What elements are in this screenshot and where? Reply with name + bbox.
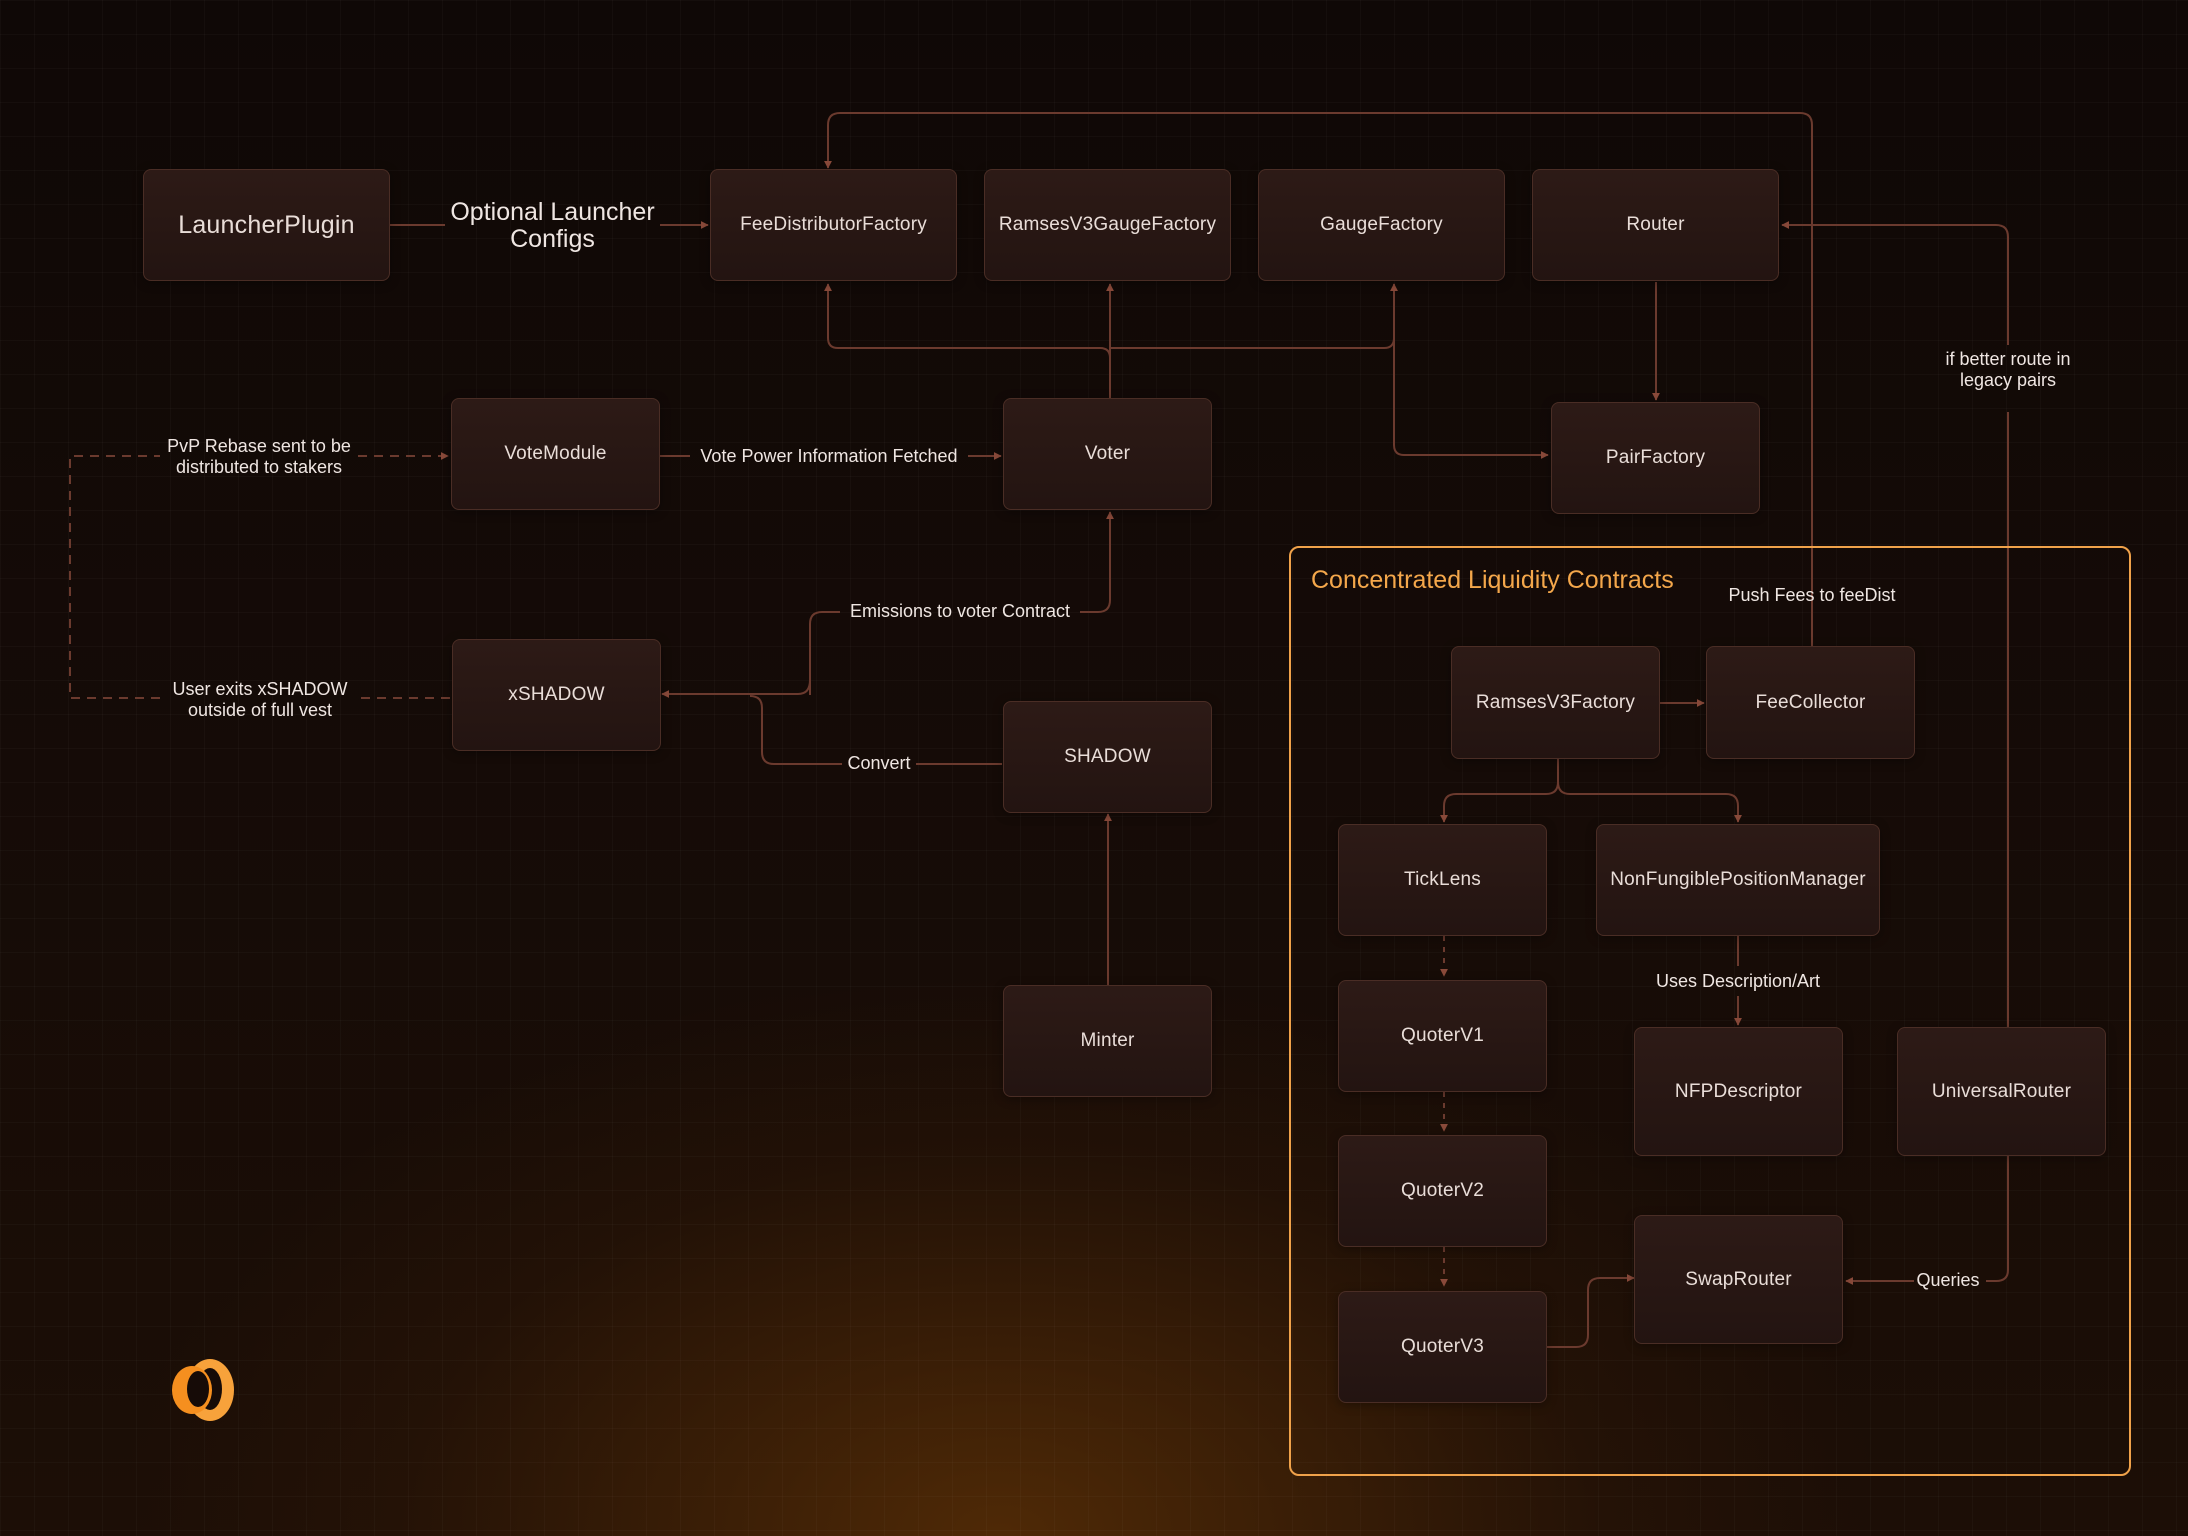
- node-minter[interactable]: Minter: [1003, 985, 1212, 1097]
- node-vote-module[interactable]: VoteModule: [451, 398, 660, 510]
- node-ramses-v3-factory[interactable]: RamsesV3Factory: [1451, 646, 1660, 759]
- node-universal-router[interactable]: UniversalRouter: [1897, 1027, 2106, 1156]
- label-convert: Convert: [847, 753, 911, 773]
- node-nfp-descriptor[interactable]: NFPDescriptor: [1634, 1027, 1843, 1156]
- shadow-logo-icon: [172, 1359, 234, 1421]
- label-vote-power: Vote Power Information Fetched: [700, 446, 958, 466]
- label-queries: Queries: [1916, 1270, 1980, 1290]
- label-if-better-route: if better route in legacy pairs: [1945, 349, 2071, 390]
- node-swap-router[interactable]: SwapRouter: [1634, 1215, 1843, 1344]
- node-fee-collector[interactable]: FeeCollector: [1706, 646, 1915, 759]
- node-router[interactable]: Router: [1532, 169, 1779, 281]
- label-uses-description: Uses Description/Art: [1655, 971, 1821, 991]
- label-push-fees: Push Fees to feeDist: [1728, 585, 1896, 605]
- label-emissions: Emissions to voter Contract: [849, 601, 1071, 621]
- edge-gauge-to-pairfactory: [1393, 338, 1549, 459]
- node-gauge-factory[interactable]: GaugeFactory: [1258, 169, 1505, 281]
- label-user-exits: User exits xSHADOW outside of full vest: [172, 679, 348, 720]
- node-launcher-plugin[interactable]: LauncherPlugin: [143, 169, 390, 281]
- node-shadow[interactable]: SHADOW: [1003, 701, 1212, 813]
- group-title: Concentrated Liquidity Contracts: [1311, 566, 1674, 594]
- node-quoter-v1[interactable]: QuoterV1: [1338, 980, 1547, 1092]
- node-voter[interactable]: Voter: [1003, 398, 1212, 510]
- node-xshadow[interactable]: xSHADOW: [452, 639, 661, 751]
- edge-xshadow-to-voter: [809, 611, 840, 695]
- label-optional-launcher-configs: Optional Launcher Configs: [450, 198, 655, 253]
- node-ramses-v3-gauge-factory[interactable]: RamsesV3GaugeFactory: [984, 169, 1231, 281]
- node-pair-factory[interactable]: PairFactory: [1551, 402, 1760, 514]
- label-pvp-rebase: PvP Rebase sent to be distributed to sta…: [167, 436, 351, 477]
- node-quoter-v3[interactable]: QuoterV3: [1338, 1291, 1547, 1403]
- node-quoter-v2[interactable]: QuoterV2: [1338, 1135, 1547, 1247]
- node-tick-lens[interactable]: TickLens: [1338, 824, 1547, 936]
- node-nonfungible-position-manager[interactable]: NonFungiblePositionManager: [1596, 824, 1880, 936]
- edge-voter-to-factories: [824, 283, 1111, 398]
- node-fee-distributor-factory[interactable]: FeeDistributorFactory: [710, 169, 957, 281]
